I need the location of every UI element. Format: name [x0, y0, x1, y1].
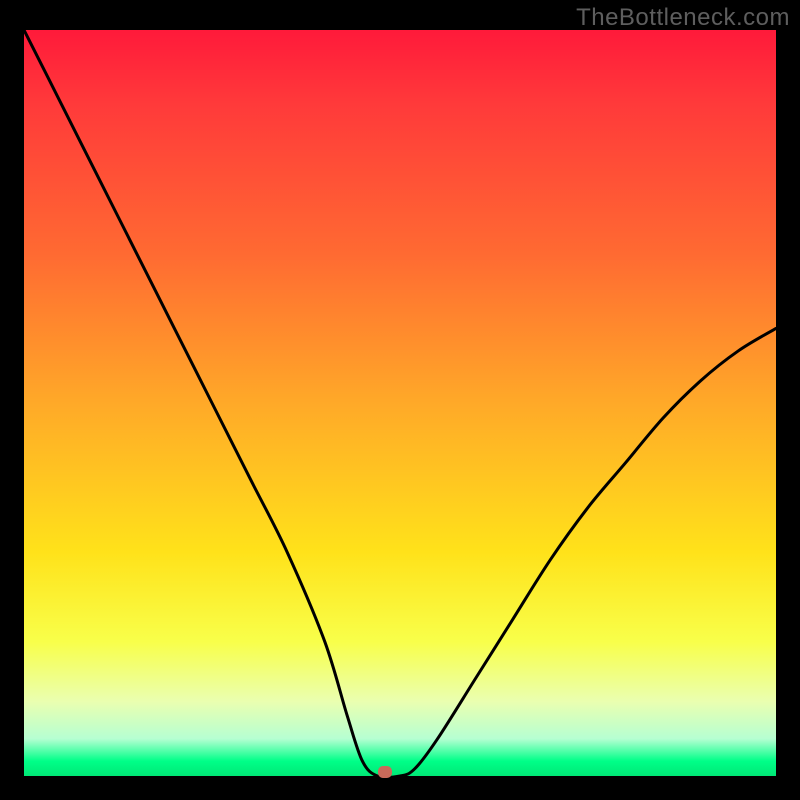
chart-frame: TheBottleneck.com: [0, 0, 800, 800]
optimal-marker: [378, 766, 392, 778]
watermark-text: TheBottleneck.com: [576, 4, 790, 32]
plot-area: [24, 30, 776, 776]
bottleneck-curve: [24, 30, 776, 776]
